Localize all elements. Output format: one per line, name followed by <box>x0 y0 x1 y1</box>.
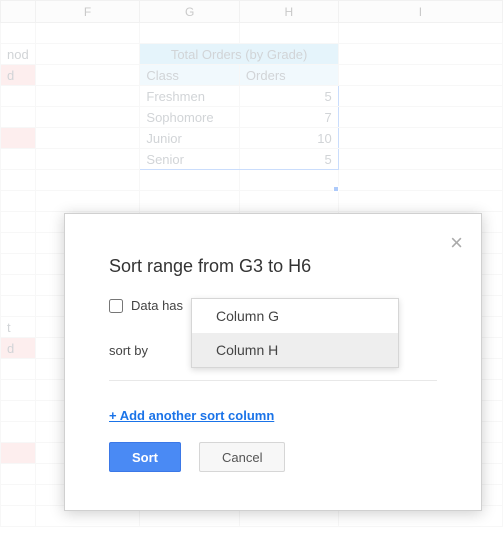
sort-column-dropdown[interactable]: Column G Column H <box>191 298 399 368</box>
sortby-label: sort by <box>109 343 148 358</box>
close-icon[interactable]: × <box>450 232 463 254</box>
sort-range-dialog: × Sort range from G3 to H6 Data has sort… <box>64 213 482 511</box>
sort-button[interactable]: Sort <box>109 442 181 472</box>
dropdown-option-column-g[interactable]: Column G <box>192 299 398 333</box>
cancel-button[interactable]: Cancel <box>199 442 285 472</box>
add-sort-column-link[interactable]: + Add another sort column <box>109 408 274 423</box>
divider <box>109 380 437 381</box>
dropdown-option-column-h[interactable]: Column H <box>192 333 398 367</box>
dialog-title: Sort range from G3 to H6 <box>109 256 311 277</box>
data-has-header-checkbox[interactable] <box>109 299 123 313</box>
checkbox-label: Data has <box>131 298 183 313</box>
